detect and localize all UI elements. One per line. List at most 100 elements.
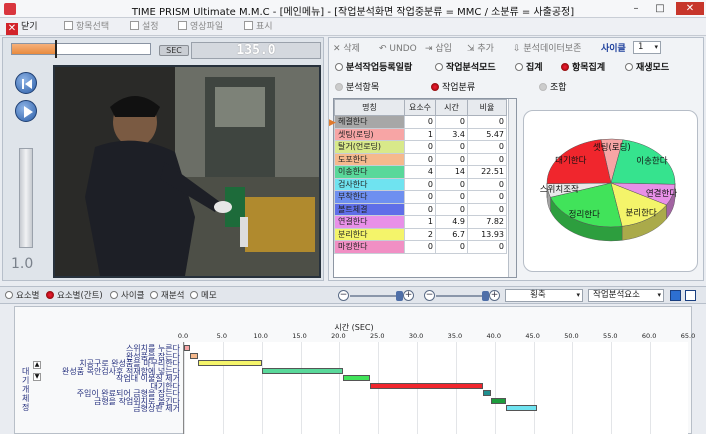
gantt-gridline <box>650 342 652 434</box>
col-name-header[interactable]: 명칭 <box>334 99 405 116</box>
window-close-button[interactable]: ✕ <box>676 2 704 15</box>
axis-select[interactable]: 횡축 ▾ <box>505 289 583 302</box>
table-row[interactable]: 연결한다 1 4.9 7.82 <box>334 215 507 229</box>
gantt-bar[interactable] <box>190 352 198 359</box>
display-button[interactable]: 표시 <box>244 20 273 34</box>
tab-memo[interactable]: 메모 <box>190 290 217 302</box>
tab-work-analysis-mode[interactable]: 작업분석모드 <box>435 62 496 74</box>
tab-label: 요소별(간트) <box>57 291 103 301</box>
tab-playback-mode[interactable]: 재생모드 <box>625 62 669 74</box>
gantt-bar[interactable] <box>197 360 262 366</box>
col-count-header[interactable]: 요소수 <box>404 99 436 116</box>
gantt-bar[interactable] <box>506 405 538 411</box>
zoom-in-icon[interactable]: + <box>403 290 414 301</box>
tab-item-summary[interactable]: 항목집계 <box>561 62 605 74</box>
gantt-tick-label: 40.0 <box>486 332 502 340</box>
tab-by-element[interactable]: 요소별 <box>5 290 39 302</box>
element-select[interactable]: 작업분석요소 ▾ <box>588 289 664 302</box>
zoom-out-icon[interactable]: − <box>338 290 349 301</box>
video-frame <box>53 65 321 278</box>
gantt-bar[interactable] <box>343 375 371 381</box>
table-row[interactable]: 부착한다 0 0 0 <box>334 190 507 204</box>
table-row[interactable]: 볼트체결 0 0 0 <box>334 202 507 216</box>
tab-label: 재분석 <box>161 291 185 301</box>
pie-slice-label: 연결한다 <box>646 188 677 199</box>
table-scrollbar[interactable] <box>508 99 516 277</box>
gantt-bar[interactable] <box>261 367 344 374</box>
cell-count: 0 <box>404 152 436 166</box>
play-button[interactable] <box>15 100 37 122</box>
save-analysis-label: 분석데이터보존 <box>523 44 582 54</box>
table-row[interactable]: 셋팅(로딩) 1 3.4 5.47 <box>334 127 507 141</box>
subtab-analysis-items[interactable]: 분석항목 <box>335 82 379 94</box>
undo-button[interactable]: ↶ UNDO <box>379 42 417 56</box>
pie-slice-label: 셋팅(로딩) <box>593 142 631 153</box>
gantt-tick-label: 55.0 <box>603 332 618 340</box>
speed-slider[interactable] <box>19 148 33 248</box>
item-select-button[interactable]: 항목선택 <box>64 20 109 34</box>
tab-summary[interactable]: 집계 <box>515 62 543 74</box>
element-select-value: 작업분석요소 <box>593 290 640 300</box>
table-row[interactable]: 검사한다 0 0 0 <box>334 177 507 191</box>
insert-button[interactable]: ⇥ 삽입 <box>425 42 452 56</box>
gantt-gridline <box>184 342 185 434</box>
table-row[interactable]: 이송한다 4 14 22.51 <box>334 165 507 179</box>
window-mode-icon[interactable] <box>685 290 696 301</box>
col-time-header[interactable]: 시간 <box>435 99 468 116</box>
gantt-bar[interactable] <box>184 345 191 351</box>
cycle-select[interactable]: 1 ▾ <box>633 41 661 54</box>
cell-count: 0 <box>404 240 436 254</box>
video-file-button[interactable]: 영상파일 <box>178 20 223 34</box>
gantt-bar[interactable] <box>490 397 507 404</box>
category-table: 명칭 요소수 시간 비율 헤결한다 0 0 0 셋팅(로딩) 1 3.4 5.47 탈거(언로딩… <box>333 98 517 278</box>
gantt-scroll-up-icon[interactable]: ▲ <box>33 361 41 369</box>
subtab-label: 분석항목 <box>346 83 380 93</box>
tab-label: 메모 <box>201 291 217 301</box>
cell-name: 셋팅(로딩) <box>334 127 405 141</box>
subtab-work-category[interactable]: 작업분류 <box>431 82 475 94</box>
col-ratio-header[interactable]: 비율 <box>467 99 507 116</box>
zoom-thumb[interactable] <box>396 291 403 301</box>
cell-name: 연결한다 <box>334 215 405 229</box>
zoom-in-icon[interactable]: + <box>489 290 500 301</box>
gantt-bar[interactable] <box>370 382 484 389</box>
view-mode-icon[interactable] <box>670 290 681 301</box>
cycle-value: 1 <box>638 42 644 52</box>
zoom-track <box>350 295 402 297</box>
cell-time: 0 <box>435 115 468 129</box>
table-row[interactable]: 마킹한다 0 0 0 <box>334 240 507 254</box>
gantt-gridline <box>494 342 496 434</box>
gantt-tick-label: 20.0 <box>331 332 346 340</box>
cell-count: 0 <box>404 202 436 216</box>
tab-cycle[interactable]: 사이클 <box>110 290 144 302</box>
maximize-button[interactable]: □ <box>652 2 668 15</box>
previous-button[interactable] <box>15 72 37 94</box>
zoom-out-icon[interactable]: − <box>424 290 435 301</box>
gantt-scroll-down-icon[interactable]: ▼ <box>33 373 41 381</box>
gantt-bar[interactable] <box>483 390 491 396</box>
tab-gantt[interactable]: 요소별(간트) <box>46 290 103 302</box>
table-row[interactable]: 탈거(언로딩) 0 0 0 <box>334 140 507 154</box>
save-analysis-button[interactable]: ⇩ 분석데이터보존 <box>513 42 581 56</box>
playback-progress-bar[interactable] <box>11 40 151 58</box>
subtab-combination[interactable]: 조합 <box>539 82 567 94</box>
delete-button[interactable]: ✕ 삭제 <box>333 42 360 56</box>
zoom-thumb[interactable] <box>482 291 489 301</box>
tab-label: 분석작업등록일람 <box>346 63 413 73</box>
close-menu-button[interactable]: ✕ 닫기 <box>6 20 38 35</box>
cell-time: 4.9 <box>435 215 468 229</box>
table-row[interactable]: 분리한다 2 6.7 13.93 <box>334 227 507 241</box>
zoom-slider-1[interactable]: − + <box>338 290 414 302</box>
zoom-slider-2[interactable]: − + <box>424 290 500 302</box>
table-row[interactable]: 도포한다 0 0 0 <box>334 152 507 166</box>
progress-cursor[interactable] <box>55 40 58 58</box>
table-row[interactable]: 헤결한다 0 0 0 <box>334 115 507 129</box>
minimize-button[interactable]: – <box>628 2 644 15</box>
tab-label: 작업분석모드 <box>446 63 496 73</box>
add-button[interactable]: ⇲ 추가 <box>467 42 494 56</box>
cell-ratio: 13.93 <box>467 227 507 241</box>
tab-analysis-list[interactable]: 분석작업등록일람 <box>335 62 412 74</box>
cell-name: 헤결한다 <box>334 115 405 129</box>
tab-reanalysis[interactable]: 재분석 <box>150 290 184 302</box>
settings-button[interactable]: 설정 <box>130 20 159 34</box>
